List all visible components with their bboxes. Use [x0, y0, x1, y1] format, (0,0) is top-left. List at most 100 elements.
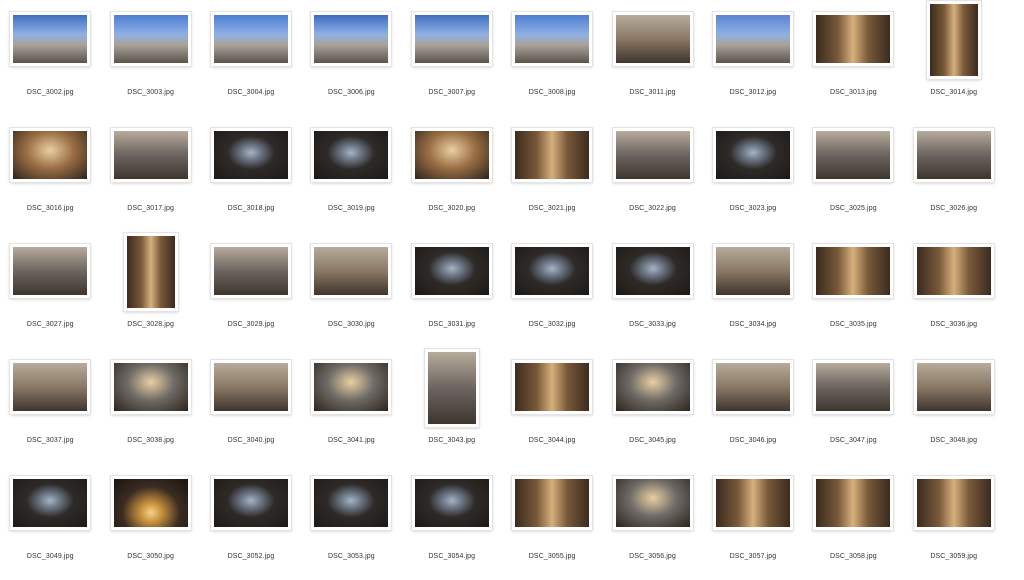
thumbnail-image[interactable]: [311, 244, 392, 298]
file-name-label[interactable]: DSC_3027.jpg: [0, 321, 100, 328]
thumbnail-image[interactable]: [210, 360, 291, 414]
file-item[interactable]: DSC_3011.jpg: [602, 0, 702, 116]
thumbnail-image[interactable]: [10, 128, 91, 182]
thumbnail-image[interactable]: [311, 476, 392, 530]
thumbnail-image[interactable]: [712, 360, 793, 414]
file-name-label[interactable]: DSC_3031.jpg: [402, 321, 502, 328]
file-item[interactable]: DSC_3052.jpg: [201, 464, 301, 580]
file-name-label[interactable]: DSC_3045.jpg: [602, 437, 702, 444]
file-item[interactable]: DSC_3038.jpg: [100, 348, 200, 464]
file-name-label[interactable]: DSC_3046.jpg: [703, 437, 803, 444]
thumbnail-image[interactable]: [110, 360, 191, 414]
file-name-label[interactable]: DSC_3022.jpg: [602, 205, 702, 212]
thumbnail-image[interactable]: [913, 244, 994, 298]
file-item[interactable]: DSC_3031.jpg: [402, 232, 502, 348]
thumbnail-image[interactable]: [612, 244, 693, 298]
file-item[interactable]: DSC_3034.jpg: [703, 232, 803, 348]
thumbnail-image[interactable]: [712, 12, 793, 66]
file-item[interactable]: DSC_3007.jpg: [402, 0, 502, 116]
file-name-label[interactable]: DSC_3023.jpg: [703, 205, 803, 212]
file-item[interactable]: DSC_3017.jpg: [100, 116, 200, 232]
file-item[interactable]: DSC_3050.jpg: [100, 464, 200, 580]
file-name-label[interactable]: DSC_3050.jpg: [100, 553, 200, 560]
file-item[interactable]: DSC_3030.jpg: [301, 232, 401, 348]
file-name-label[interactable]: DSC_3018.jpg: [201, 205, 301, 212]
file-name-label[interactable]: DSC_3048.jpg: [904, 437, 1004, 444]
file-item[interactable]: DSC_3016.jpg: [0, 116, 100, 232]
file-name-label[interactable]: DSC_3037.jpg: [0, 437, 100, 444]
file-name-label[interactable]: DSC_3054.jpg: [402, 553, 502, 560]
file-item[interactable]: DSC_3006.jpg: [301, 0, 401, 116]
thumbnail-image[interactable]: [512, 360, 593, 414]
file-item[interactable]: DSC_3055.jpg: [502, 464, 602, 580]
file-name-label[interactable]: DSC_3032.jpg: [502, 321, 602, 328]
file-name-label[interactable]: DSC_3007.jpg: [402, 89, 502, 96]
file-name-label[interactable]: DSC_3014.jpg: [904, 89, 1004, 96]
file-item[interactable]: DSC_3014.jpg: [904, 0, 1004, 116]
thumbnail-image[interactable]: [813, 12, 894, 66]
file-item[interactable]: DSC_3018.jpg: [201, 116, 301, 232]
thumbnail-image[interactable]: [411, 128, 492, 182]
thumbnail-image[interactable]: [813, 360, 894, 414]
thumbnail-image[interactable]: [10, 360, 91, 414]
thumbnail-image[interactable]: [926, 1, 981, 79]
file-item[interactable]: DSC_3049.jpg: [0, 464, 100, 580]
file-name-label[interactable]: DSC_3038.jpg: [100, 437, 200, 444]
thumbnail-image[interactable]: [712, 476, 793, 530]
thumbnail-image[interactable]: [813, 476, 894, 530]
file-name-label[interactable]: DSC_3026.jpg: [904, 205, 1004, 212]
file-item[interactable]: DSC_3040.jpg: [201, 348, 301, 464]
file-name-label[interactable]: DSC_3035.jpg: [803, 321, 903, 328]
file-item[interactable]: DSC_3008.jpg: [502, 0, 602, 116]
thumbnail-image[interactable]: [411, 476, 492, 530]
file-name-label[interactable]: DSC_3008.jpg: [502, 89, 602, 96]
file-name-label[interactable]: DSC_3019.jpg: [301, 205, 401, 212]
thumbnail-image[interactable]: [210, 244, 291, 298]
thumbnail-image[interactable]: [210, 128, 291, 182]
thumbnail-image[interactable]: [612, 360, 693, 414]
file-item[interactable]: DSC_3012.jpg: [703, 0, 803, 116]
file-name-label[interactable]: DSC_3058.jpg: [803, 553, 903, 560]
thumbnail-image[interactable]: [123, 233, 178, 311]
file-item[interactable]: DSC_3013.jpg: [803, 0, 903, 116]
file-item[interactable]: DSC_3044.jpg: [502, 348, 602, 464]
file-name-label[interactable]: DSC_3030.jpg: [301, 321, 401, 328]
file-name-label[interactable]: DSC_3057.jpg: [703, 553, 803, 560]
thumbnail-image[interactable]: [612, 128, 693, 182]
thumbnail-image[interactable]: [612, 12, 693, 66]
file-item[interactable]: DSC_3059.jpg: [904, 464, 1004, 580]
file-item[interactable]: DSC_3032.jpg: [502, 232, 602, 348]
file-item[interactable]: DSC_3045.jpg: [602, 348, 702, 464]
file-name-label[interactable]: DSC_3025.jpg: [803, 205, 903, 212]
thumbnail-image[interactable]: [913, 128, 994, 182]
file-name-label[interactable]: DSC_3012.jpg: [703, 89, 803, 96]
file-name-label[interactable]: DSC_3011.jpg: [602, 89, 702, 96]
file-item[interactable]: DSC_3046.jpg: [703, 348, 803, 464]
file-item[interactable]: DSC_3027.jpg: [0, 232, 100, 348]
file-name-label[interactable]: DSC_3020.jpg: [402, 205, 502, 212]
file-item[interactable]: DSC_3002.jpg: [0, 0, 100, 116]
file-item[interactable]: DSC_3056.jpg: [602, 464, 702, 580]
file-name-label[interactable]: DSC_3021.jpg: [502, 205, 602, 212]
thumbnail-image[interactable]: [512, 244, 593, 298]
file-item[interactable]: DSC_3058.jpg: [803, 464, 903, 580]
file-name-label[interactable]: DSC_3002.jpg: [0, 89, 100, 96]
file-name-label[interactable]: DSC_3059.jpg: [904, 553, 1004, 560]
file-item[interactable]: DSC_3041.jpg: [301, 348, 401, 464]
file-name-label[interactable]: DSC_3040.jpg: [201, 437, 301, 444]
thumbnail-image[interactable]: [411, 244, 492, 298]
thumbnail-image[interactable]: [411, 12, 492, 66]
thumbnail-image[interactable]: [612, 476, 693, 530]
file-item[interactable]: DSC_3036.jpg: [904, 232, 1004, 348]
file-item[interactable]: DSC_3026.jpg: [904, 116, 1004, 232]
thumbnail-image[interactable]: [712, 128, 793, 182]
thumbnail-image[interactable]: [813, 244, 894, 298]
file-item[interactable]: DSC_3054.jpg: [402, 464, 502, 580]
thumbnail-image[interactable]: [110, 12, 191, 66]
thumbnail-image[interactable]: [10, 476, 91, 530]
file-name-label[interactable]: DSC_3033.jpg: [602, 321, 702, 328]
thumbnail-image[interactable]: [210, 12, 291, 66]
file-name-label[interactable]: DSC_3044.jpg: [502, 437, 602, 444]
file-item[interactable]: DSC_3037.jpg: [0, 348, 100, 464]
thumbnail-image[interactable]: [311, 12, 392, 66]
